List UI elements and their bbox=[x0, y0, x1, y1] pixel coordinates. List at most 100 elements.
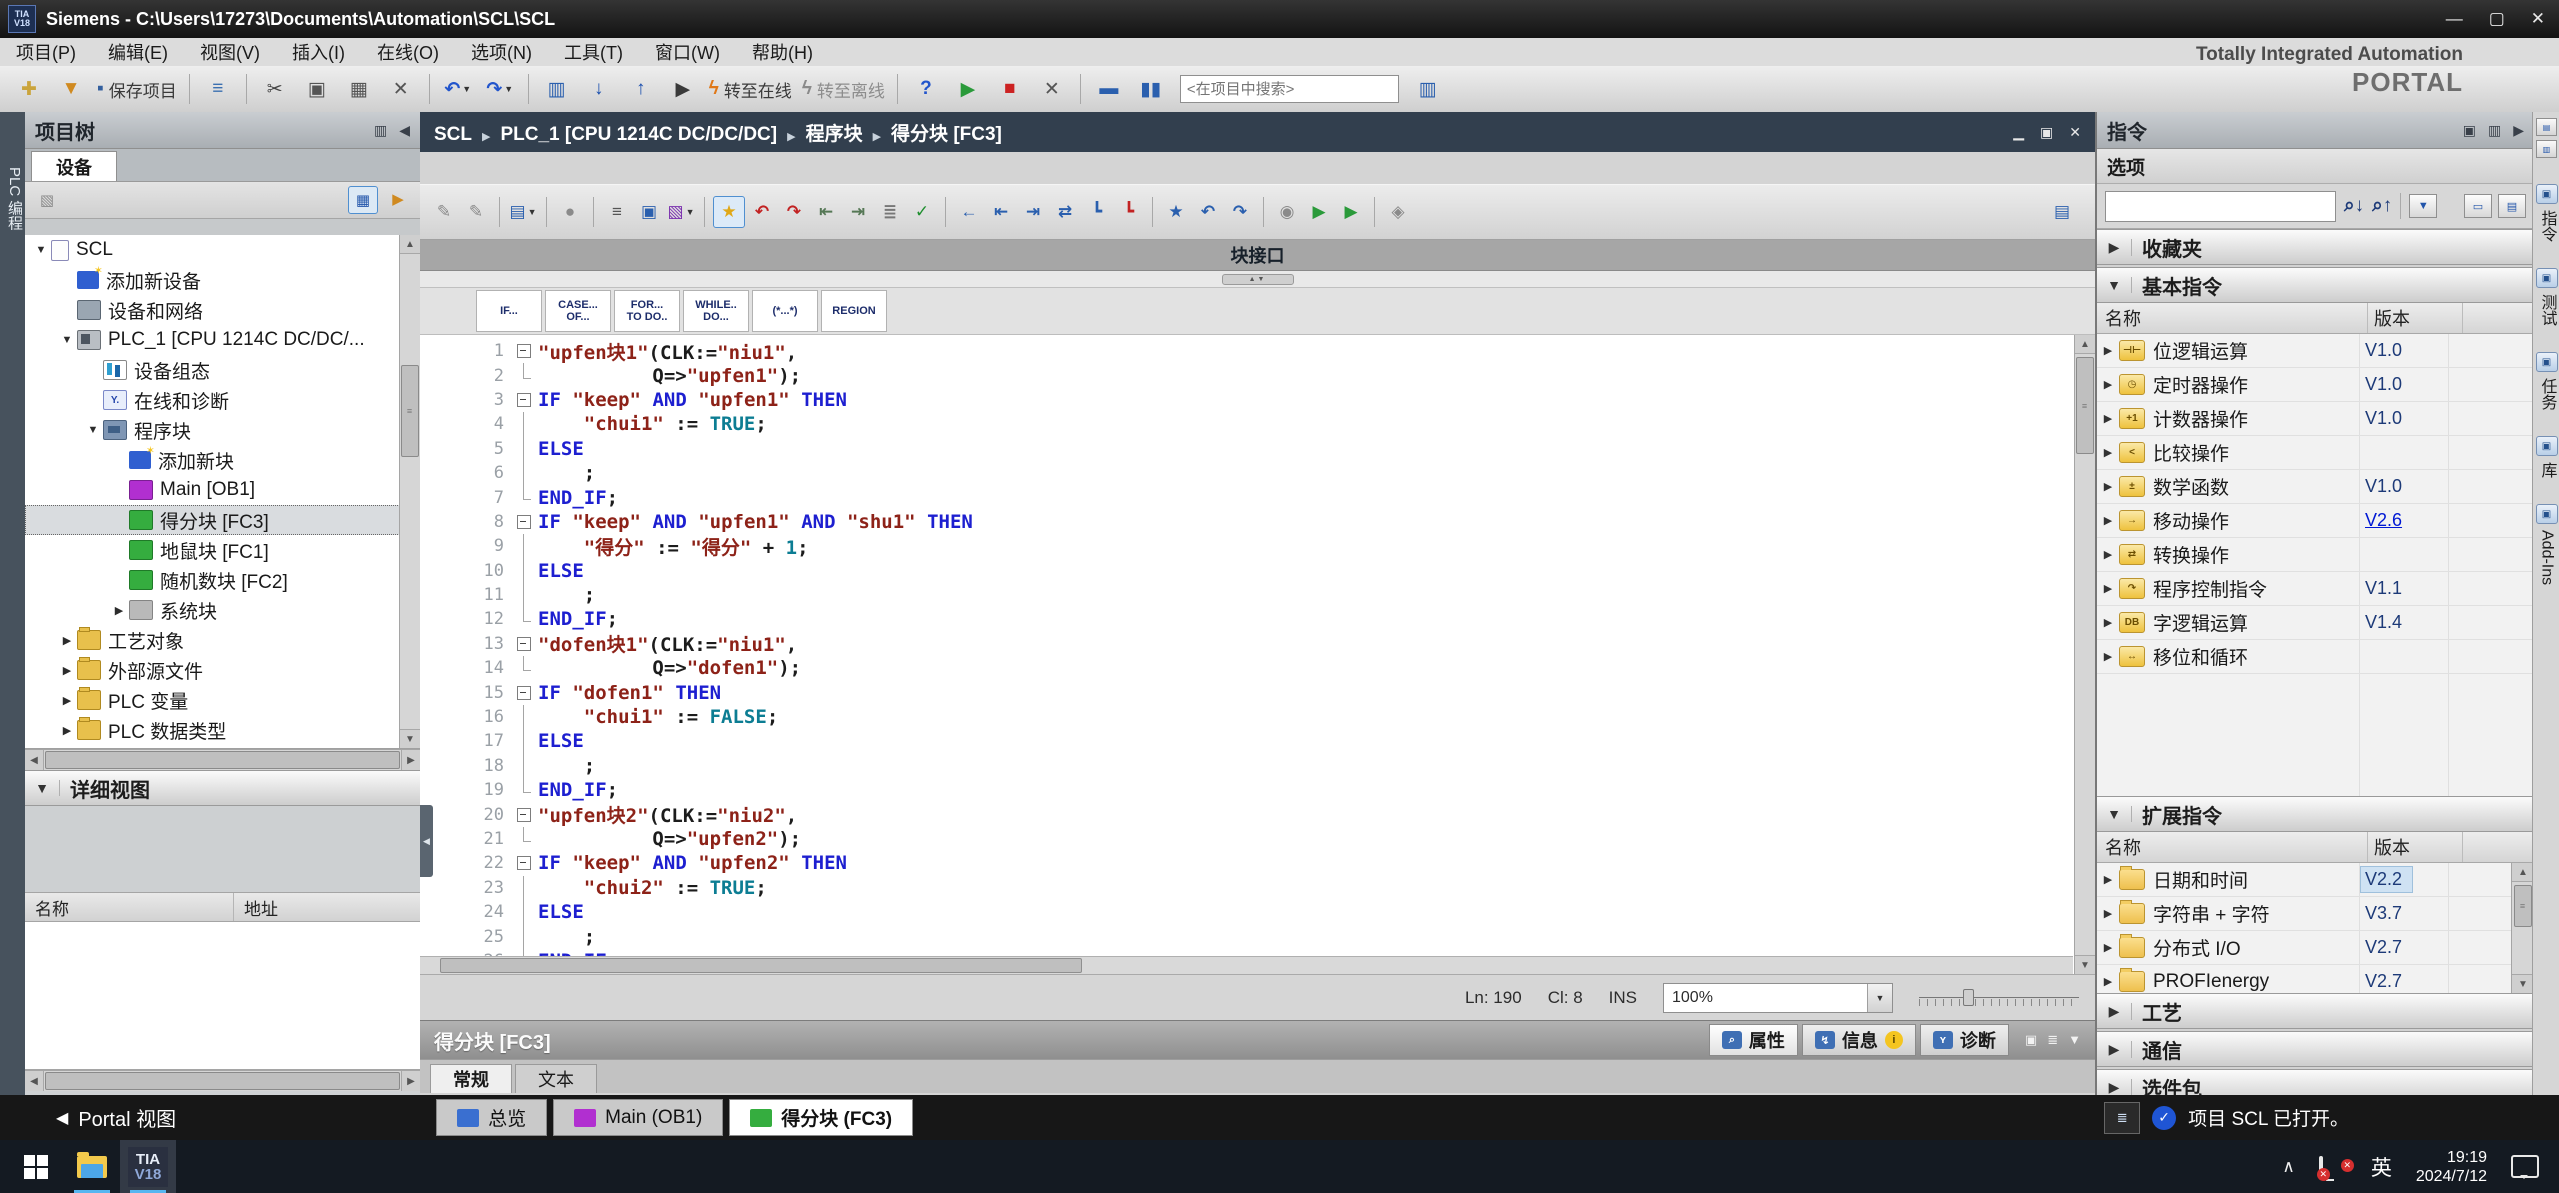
fold-gutter[interactable] bbox=[514, 388, 538, 412]
insert-block-call-icon[interactable]: ▤▼ bbox=[508, 197, 538, 227]
scroll-down-icon[interactable]: ▼ bbox=[2512, 974, 2534, 993]
fold-gutter[interactable] bbox=[514, 802, 538, 826]
scroll-right-icon[interactable]: ▶ bbox=[401, 1071, 420, 1091]
code-line[interactable]: 14 Q=>"dofen1"); bbox=[420, 656, 2073, 680]
code-line[interactable]: 13"dofen块1"(CLK:="niu1", bbox=[420, 632, 2073, 656]
tree-item[interactable]: 添加新块 bbox=[25, 445, 420, 475]
code-line[interactable]: 5ELSE bbox=[420, 437, 2073, 461]
side-tab-测试[interactable]: ▣测试 bbox=[2533, 268, 2559, 326]
add-folder-icon[interactable]: ▧ bbox=[33, 187, 61, 213]
fold-collapse-icon[interactable] bbox=[517, 637, 531, 651]
collapsed-arrow-icon[interactable]: ▶ bbox=[2097, 548, 2119, 561]
code-line[interactable]: 22IF "keep" AND "upfen2" THEN bbox=[420, 851, 2073, 875]
collapse-panel-icon[interactable]: ◀ bbox=[399, 122, 410, 139]
code-line[interactable]: 19END_IF; bbox=[420, 778, 2073, 802]
collapsed-arrow-icon[interactable]: ▶ bbox=[59, 664, 75, 677]
side-tab-库[interactable]: ▣库 bbox=[2533, 436, 2559, 478]
filter-profile-icon[interactable]: ▼ bbox=[2409, 194, 2437, 218]
notification-center-icon[interactable] bbox=[2511, 1155, 2539, 1178]
delete-icon[interactable]: ✕ bbox=[381, 72, 421, 106]
tree-item[interactable]: ▶外部源文件 bbox=[25, 655, 420, 685]
code-line[interactable]: 23 "chui2" := TRUE; bbox=[420, 876, 2073, 900]
instruction-version[interactable]: V2.6 bbox=[2365, 510, 2402, 531]
instruction-row[interactable]: ▶⇄转换操作 bbox=[2097, 538, 2534, 572]
tree-item[interactable]: ▼SCL bbox=[25, 235, 420, 265]
ext-scroll-thumb[interactable]: ≡ bbox=[2514, 885, 2532, 927]
expanded-arrow-icon[interactable]: ▼ bbox=[85, 424, 101, 436]
side-tab-Add-Ins[interactable]: ▣Add-Ins bbox=[2533, 504, 2559, 585]
detail-column-address[interactable]: 地址 bbox=[234, 895, 278, 920]
code-line[interactable]: 21 Q=>"upfen2"); bbox=[420, 827, 2073, 851]
instruction-row[interactable]: ▶分布式 I/OV2.7 bbox=[2097, 931, 2534, 965]
snippet-button[interactable]: (*...*) bbox=[752, 290, 818, 332]
instruction-row[interactable]: ▶DB字逻辑运算V1.4 bbox=[2097, 606, 2534, 640]
go-online-button[interactable]: ϟ转至在线 bbox=[705, 72, 796, 106]
start-runtime-icon[interactable]: ▶ bbox=[663, 72, 703, 106]
tree-item[interactable]: Main [OB1] bbox=[25, 475, 420, 505]
code-line[interactable]: 6 ; bbox=[420, 461, 2073, 485]
fold-collapse-icon[interactable] bbox=[517, 856, 531, 870]
tree-item[interactable]: 得分块 [FC3] bbox=[25, 505, 420, 535]
code-line[interactable]: 18 ; bbox=[420, 754, 2073, 778]
network-view-icon[interactable]: ▣ bbox=[634, 197, 664, 227]
snippet-button[interactable]: IF... bbox=[476, 290, 542, 332]
code-hscroll-thumb[interactable] bbox=[440, 958, 1082, 973]
tree-horizontal-scrollbar[interactable]: ◀ ▶ bbox=[25, 749, 420, 770]
code-line[interactable]: 11 ; bbox=[420, 583, 2073, 607]
panel-options-icon[interactable]: ▥ bbox=[2488, 122, 2501, 139]
search-down-icon[interactable]: ⌕↓ bbox=[2344, 195, 2364, 217]
close-editor-icon[interactable]: ✕ bbox=[2069, 124, 2081, 141]
stop-simulation-icon[interactable]: ■ bbox=[990, 72, 1030, 106]
snippet-button[interactable]: WHILE..DO... bbox=[683, 290, 749, 332]
list-view-icon[interactable]: ▤ bbox=[2498, 194, 2526, 218]
clock[interactable]: 19:19 2024/7/12 bbox=[2416, 1148, 2487, 1186]
fold-collapse-icon[interactable] bbox=[517, 344, 531, 358]
start-trace-icon[interactable]: ▶ bbox=[1304, 197, 1334, 227]
tree-item[interactable]: ▶系统块 bbox=[25, 595, 420, 625]
breadcrumb-item[interactable]: PLC_1 [CPU 1214C DC/DC/DC] bbox=[500, 124, 777, 145]
splitter-grip[interactable]: ▲▼ bbox=[1222, 274, 1294, 285]
instruction-row[interactable]: ▶↷程序控制指令V1.1 bbox=[2097, 572, 2534, 606]
collapsed-arrow-icon[interactable]: ▶ bbox=[2097, 873, 2119, 886]
tree-item[interactable]: 添加新设备 bbox=[25, 265, 420, 295]
snippet-button[interactable]: REGION bbox=[821, 290, 887, 332]
detail-horizontal-scrollbar[interactable]: ◀ ▶ bbox=[25, 1070, 420, 1091]
section-communication[interactable]: ▶ 通信 bbox=[2097, 1031, 2534, 1067]
tab-info[interactable]: ↯ 信息 i bbox=[1802, 1024, 1916, 1056]
maximize-window-icon[interactable]: ▢ bbox=[2489, 9, 2505, 29]
instruction-row[interactable]: ▶⊣⊢位逻辑运算V1.0 bbox=[2097, 334, 2534, 368]
scroll-down-icon[interactable]: ▼ bbox=[2075, 955, 2095, 974]
outdent-icon[interactable]: ⇤ bbox=[986, 197, 1016, 227]
code-line[interactable]: 17ELSE bbox=[420, 729, 2073, 753]
editor-button-总览[interactable]: 总览 bbox=[436, 1099, 547, 1136]
menu-item[interactable]: 在线(O) bbox=[361, 38, 455, 66]
cut-icon[interactable]: ✂ bbox=[255, 72, 295, 106]
tree-item[interactable]: ▼程序块 bbox=[25, 415, 420, 445]
tree-item[interactable]: Y.在线和诊断 bbox=[25, 385, 420, 415]
subtab-texts[interactable]: 文本 bbox=[515, 1064, 597, 1093]
instruction-row[interactable]: ▶字符串 + 字符V3.7 bbox=[2097, 897, 2534, 931]
menu-item[interactable]: 视图(V) bbox=[184, 38, 276, 66]
print-icon[interactable]: ≡ bbox=[198, 72, 238, 106]
instruction-row[interactable]: ▶↔移位和循环 bbox=[2097, 640, 2534, 674]
breadcrumb-item[interactable]: 程序块 bbox=[806, 124, 863, 145]
collapsed-arrow-icon[interactable]: ▶ bbox=[2097, 650, 2119, 663]
start-button[interactable] bbox=[8, 1140, 64, 1193]
previous-error-icon[interactable]: ↶ bbox=[747, 197, 777, 227]
menu-item[interactable]: 选项(N) bbox=[455, 38, 548, 66]
code-line[interactable]: 2 Q=>"upfen1"); bbox=[420, 363, 2073, 387]
fold-collapse-icon[interactable] bbox=[517, 393, 531, 407]
fold-gutter[interactable] bbox=[514, 510, 538, 534]
tab-properties[interactable]: ⌕ 属性 bbox=[1709, 1024, 1798, 1056]
float-editor-icon[interactable]: ▣ bbox=[2040, 124, 2053, 141]
collapsed-arrow-icon[interactable]: ▶ bbox=[111, 604, 127, 617]
compile-icon[interactable]: ▥ bbox=[537, 72, 577, 106]
next-error-icon[interactable]: ↷ bbox=[779, 197, 809, 227]
instruction-row[interactable]: ▶日期和时间V2.2 bbox=[2097, 863, 2534, 897]
go-to-usage-icon[interactable]: ⇥ bbox=[843, 197, 873, 227]
section-extended-instructions[interactable]: ▼ 扩展指令 bbox=[2097, 796, 2534, 832]
code-vertical-scrollbar[interactable]: ▲ ≡ ▼ bbox=[2074, 335, 2095, 974]
paste-icon[interactable]: ▦ bbox=[339, 72, 379, 106]
code-line[interactable]: 25 ; bbox=[420, 924, 2073, 948]
code-line[interactable]: 20"upfen块2"(CLK:="niu2", bbox=[420, 802, 2073, 826]
